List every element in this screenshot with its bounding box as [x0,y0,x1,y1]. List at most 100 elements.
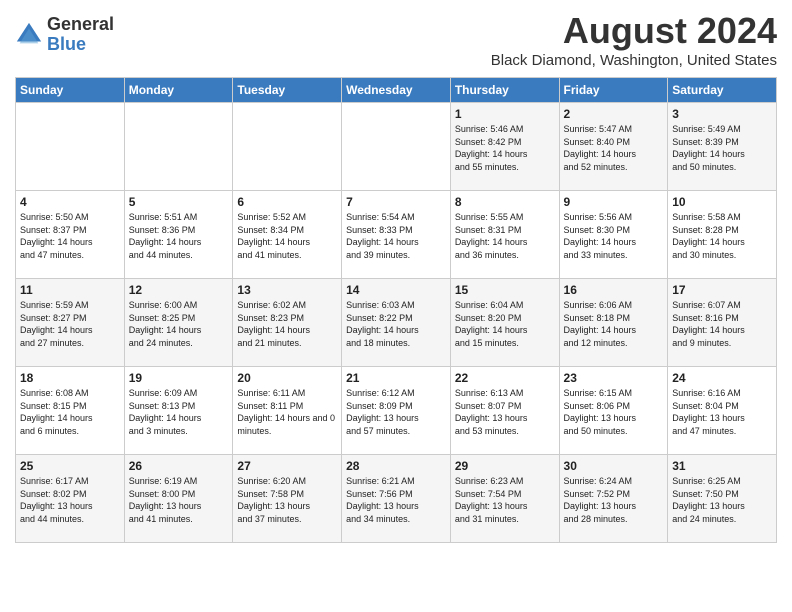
day-info: Sunrise: 5:46 AM Sunset: 8:42 PM Dayligh… [455,123,555,173]
calendar-body: 1 Sunrise: 5:46 AM Sunset: 8:42 PM Daylig… [16,103,777,543]
day-number: 19 [129,371,229,385]
day-info: Sunrise: 6:08 AM Sunset: 8:15 PM Dayligh… [20,387,120,437]
day-info: Sunrise: 5:56 AM Sunset: 8:30 PM Dayligh… [564,211,664,261]
calendar-week-row: 18Sunrise: 6:08 AM Sunset: 8:15 PM Dayli… [16,367,777,455]
calendar-cell: 18Sunrise: 6:08 AM Sunset: 8:15 PM Dayli… [16,367,125,455]
day-number: 4 [20,195,120,209]
header-row: SundayMondayTuesdayWednesdayThursdayFrid… [16,78,777,103]
calendar-week-row: 1 Sunrise: 5:46 AM Sunset: 8:42 PM Daylig… [16,103,777,191]
calendar-cell [16,103,125,191]
day-number: 27 [237,459,337,473]
day-info: Sunrise: 5:54 AM Sunset: 8:33 PM Dayligh… [346,211,446,261]
day-number: 14 [346,283,446,297]
day-info: Sunrise: 6:23 AM Sunset: 7:54 PM Dayligh… [455,475,555,525]
day-number: 25 [20,459,120,473]
day-info: Sunrise: 6:00 AM Sunset: 8:25 PM Dayligh… [129,299,229,349]
day-number: 22 [455,371,555,385]
logo: General Blue [15,15,114,55]
day-info: Sunrise: 6:16 AM Sunset: 8:04 PM Dayligh… [672,387,772,437]
calendar-cell: 27 Sunrise: 6:20 AM Sunset: 7:58 PM Dayli… [233,455,342,543]
calendar-week-row: 25 Sunrise: 6:17 AM Sunset: 8:02 PM Dayli… [16,455,777,543]
day-info: Sunrise: 5:58 AM Sunset: 8:28 PM Dayligh… [672,211,772,261]
day-info: Sunrise: 5:52 AM Sunset: 8:34 PM Dayligh… [237,211,337,261]
day-info: Sunrise: 6:02 AM Sunset: 8:23 PM Dayligh… [237,299,337,349]
logo-general-text: General [47,15,114,35]
calendar-cell: 15 Sunrise: 6:04 AM Sunset: 8:20 PM Dayli… [450,279,559,367]
day-number: 30 [564,459,664,473]
calendar-cell: 6 Sunrise: 5:52 AM Sunset: 8:34 PM Daylig… [233,191,342,279]
calendar-cell: 30Sunrise: 6:24 AM Sunset: 7:52 PM Dayli… [559,455,668,543]
day-number: 8 [455,195,555,209]
calendar-cell: 23 Sunrise: 6:15 AM Sunset: 8:06 PM Dayli… [559,367,668,455]
day-number: 24 [672,371,772,385]
day-number: 6 [237,195,337,209]
day-info: Sunrise: 6:12 AM Sunset: 8:09 PM Dayligh… [346,387,446,437]
calendar-cell: 16 Sunrise: 6:06 AM Sunset: 8:18 PM Dayli… [559,279,668,367]
day-number: 26 [129,459,229,473]
calendar-cell [342,103,451,191]
day-number: 29 [455,459,555,473]
day-info: Sunrise: 6:04 AM Sunset: 8:20 PM Dayligh… [455,299,555,349]
day-number: 12 [129,283,229,297]
day-info: Sunrise: 6:25 AM Sunset: 7:50 PM Dayligh… [672,475,772,525]
calendar-cell: 22Sunrise: 6:13 AM Sunset: 8:07 PM Dayli… [450,367,559,455]
calendar-cell: 11Sunrise: 5:59 AM Sunset: 8:27 PM Dayli… [16,279,125,367]
calendar-cell: 21Sunrise: 6:12 AM Sunset: 8:09 PM Dayli… [342,367,451,455]
day-number: 31 [672,459,772,473]
day-number: 23 [564,371,664,385]
calendar-cell: 13 Sunrise: 6:02 AM Sunset: 8:23 PM Dayli… [233,279,342,367]
calendar-cell: 24 Sunrise: 6:16 AM Sunset: 8:04 PM Dayli… [668,367,777,455]
day-number: 2 [564,107,664,121]
calendar-cell: 20Sunrise: 6:11 AM Sunset: 8:11 PM Dayli… [233,367,342,455]
day-info: Sunrise: 5:50 AM Sunset: 8:37 PM Dayligh… [20,211,120,261]
calendar-table: SundayMondayTuesdayWednesdayThursdayFrid… [15,77,777,543]
calendar-cell: 10Sunrise: 5:58 AM Sunset: 8:28 PM Dayli… [668,191,777,279]
calendar-cell: 17 Sunrise: 6:07 AM Sunset: 8:16 PM Dayli… [668,279,777,367]
calendar-week-row: 4 Sunrise: 5:50 AM Sunset: 8:37 PM Daylig… [16,191,777,279]
day-info: Sunrise: 6:20 AM Sunset: 7:58 PM Dayligh… [237,475,337,525]
day-number: 20 [237,371,337,385]
calendar-cell: 26 Sunrise: 6:19 AM Sunset: 8:00 PM Dayli… [124,455,233,543]
calendar-cell: 8 Sunrise: 5:55 AM Sunset: 8:31 PM Daylig… [450,191,559,279]
calendar-cell [124,103,233,191]
calendar-cell [233,103,342,191]
day-number: 7 [346,195,446,209]
day-of-week-header: Friday [559,78,668,103]
calendar-cell: 9Sunrise: 5:56 AM Sunset: 8:30 PM Daylig… [559,191,668,279]
day-of-week-header: Tuesday [233,78,342,103]
calendar-cell: 14 Sunrise: 6:03 AM Sunset: 8:22 PM Dayli… [342,279,451,367]
day-number: 16 [564,283,664,297]
day-info: Sunrise: 5:49 AM Sunset: 8:39 PM Dayligh… [672,123,772,173]
day-info: Sunrise: 6:19 AM Sunset: 8:00 PM Dayligh… [129,475,229,525]
day-info: Sunrise: 6:06 AM Sunset: 8:18 PM Dayligh… [564,299,664,349]
day-info: Sunrise: 6:07 AM Sunset: 8:16 PM Dayligh… [672,299,772,349]
calendar-cell: 5 Sunrise: 5:51 AM Sunset: 8:36 PM Daylig… [124,191,233,279]
day-number: 15 [455,283,555,297]
calendar-week-row: 11Sunrise: 5:59 AM Sunset: 8:27 PM Dayli… [16,279,777,367]
calendar-cell: 25 Sunrise: 6:17 AM Sunset: 8:02 PM Dayli… [16,455,125,543]
day-info: Sunrise: 6:17 AM Sunset: 8:02 PM Dayligh… [20,475,120,525]
title-block: August 2024 Black Diamond, Washington, U… [491,10,777,69]
day-of-week-header: Saturday [668,78,777,103]
day-info: Sunrise: 5:51 AM Sunset: 8:36 PM Dayligh… [129,211,229,261]
day-number: 17 [672,283,772,297]
day-number: 5 [129,195,229,209]
day-of-week-header: Thursday [450,78,559,103]
day-info: Sunrise: 5:59 AM Sunset: 8:27 PM Dayligh… [20,299,120,349]
day-of-week-header: Monday [124,78,233,103]
day-info: Sunrise: 6:15 AM Sunset: 8:06 PM Dayligh… [564,387,664,437]
calendar-cell: 28Sunrise: 6:21 AM Sunset: 7:56 PM Dayli… [342,455,451,543]
day-info: Sunrise: 5:55 AM Sunset: 8:31 PM Dayligh… [455,211,555,261]
logo-icon [15,21,43,49]
page-header: General Blue August 2024 Black Diamond, … [15,10,777,69]
calendar-cell: 4 Sunrise: 5:50 AM Sunset: 8:37 PM Daylig… [16,191,125,279]
logo-blue-text: Blue [47,35,114,55]
day-info: Sunrise: 5:47 AM Sunset: 8:40 PM Dayligh… [564,123,664,173]
calendar-cell: 31 Sunrise: 6:25 AM Sunset: 7:50 PM Dayli… [668,455,777,543]
calendar-cell: 19 Sunrise: 6:09 AM Sunset: 8:13 PM Dayli… [124,367,233,455]
day-info: Sunrise: 6:09 AM Sunset: 8:13 PM Dayligh… [129,387,229,437]
day-number: 28 [346,459,446,473]
day-number: 1 [455,107,555,121]
day-info: Sunrise: 6:03 AM Sunset: 8:22 PM Dayligh… [346,299,446,349]
day-number: 13 [237,283,337,297]
